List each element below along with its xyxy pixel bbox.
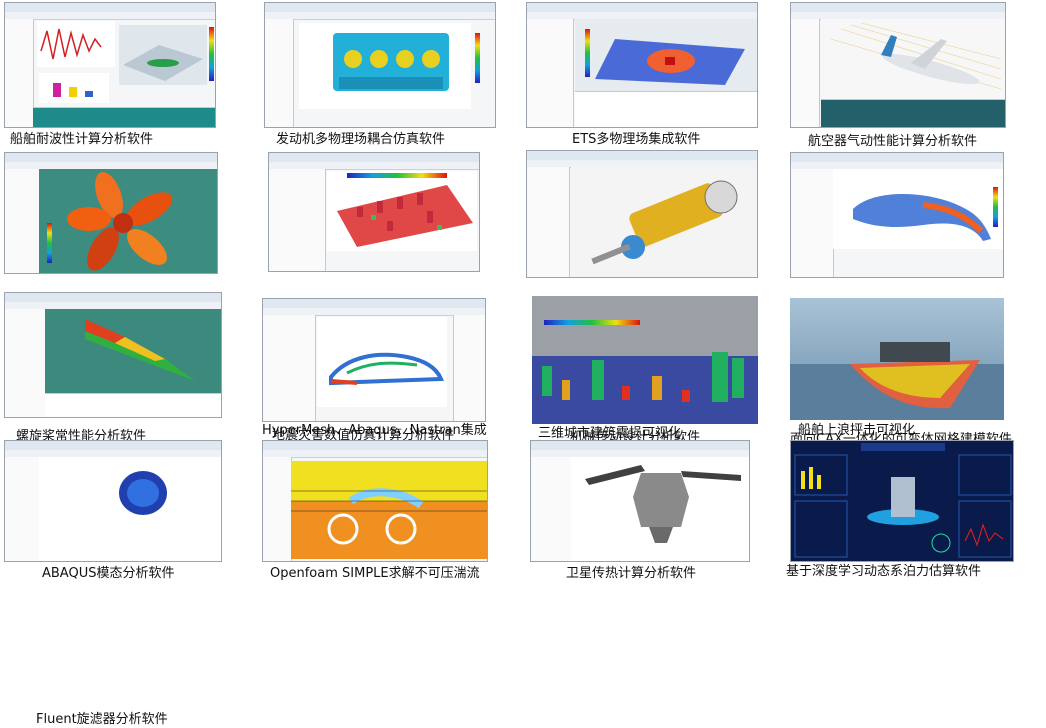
- caption: ETS多物理场集成软件: [572, 132, 701, 147]
- thumbnail-hypermesh[interactable]: [262, 298, 486, 422]
- mesh-view: [833, 169, 1003, 249]
- engine-view: [299, 23, 471, 109]
- caption: Fluent旋滤器分析软件: [36, 712, 168, 727]
- city-damage-view: [327, 171, 477, 251]
- output-log: [33, 107, 215, 127]
- caption: 船舶上浪抨击可视化: [798, 423, 916, 438]
- caption: 航空器气动性能计算分析软件: [808, 134, 978, 149]
- modal-view: [39, 457, 221, 561]
- output-log: [575, 91, 757, 127]
- thumbnail-propeller[interactable]: [4, 152, 218, 274]
- satellite-view: [571, 457, 749, 561]
- thumbnail-openfoam[interactable]: [262, 440, 488, 562]
- thumbnail-aircraft[interactable]: [790, 2, 1006, 128]
- flow-field-view: [291, 461, 487, 559]
- tree-panel: [5, 19, 34, 127]
- caption: 发动机多物理场耦合仿真软件: [276, 132, 446, 147]
- thumbnail-city-damage[interactable]: [532, 296, 758, 424]
- caption: Openfoam SIMPLE求解不可压湍流: [270, 566, 480, 581]
- hull-view: [119, 25, 207, 85]
- gearbox-view: [571, 167, 757, 277]
- caption: 船舶耐波性计算分析软件: [10, 132, 154, 147]
- thumbnail-cax-mesh[interactable]: [790, 152, 1004, 278]
- field-plot: [575, 19, 757, 91]
- propeller-view: [39, 169, 217, 273]
- aircraft-view: [821, 19, 1005, 99]
- output-log: [821, 99, 1005, 127]
- caption: 卫星传热计算分析软件: [566, 566, 697, 581]
- thumbnail-earthquake[interactable]: [268, 152, 480, 272]
- thumbnail-ets[interactable]: [526, 2, 758, 128]
- output-log: [45, 393, 221, 417]
- caption: ABAQUS模态分析软件: [42, 566, 175, 581]
- caption: 基于深度学习动态系泊力估算软件: [786, 564, 982, 579]
- thumbnail-ship-slamming[interactable]: [790, 298, 1004, 420]
- bar-chart: [39, 73, 109, 103]
- thumbnail-ship-seakeeping[interactable]: [4, 2, 216, 128]
- wave-plot: [37, 21, 115, 67]
- cyclone-view: [45, 309, 221, 393]
- caption: HyperMesh、Abaqus、Nastran集成: [262, 423, 487, 438]
- thumbnail-engine[interactable]: [264, 2, 496, 128]
- thumbnail-gearbox[interactable]: [526, 150, 758, 278]
- thumbnail-fluent[interactable]: [4, 292, 222, 418]
- thumbnail-abaqus[interactable]: [4, 440, 222, 562]
- thumbnail-mooring-dashboard[interactable]: [790, 440, 1014, 562]
- thumbnail-satellite[interactable]: [530, 440, 750, 562]
- car-body-view: [317, 317, 447, 407]
